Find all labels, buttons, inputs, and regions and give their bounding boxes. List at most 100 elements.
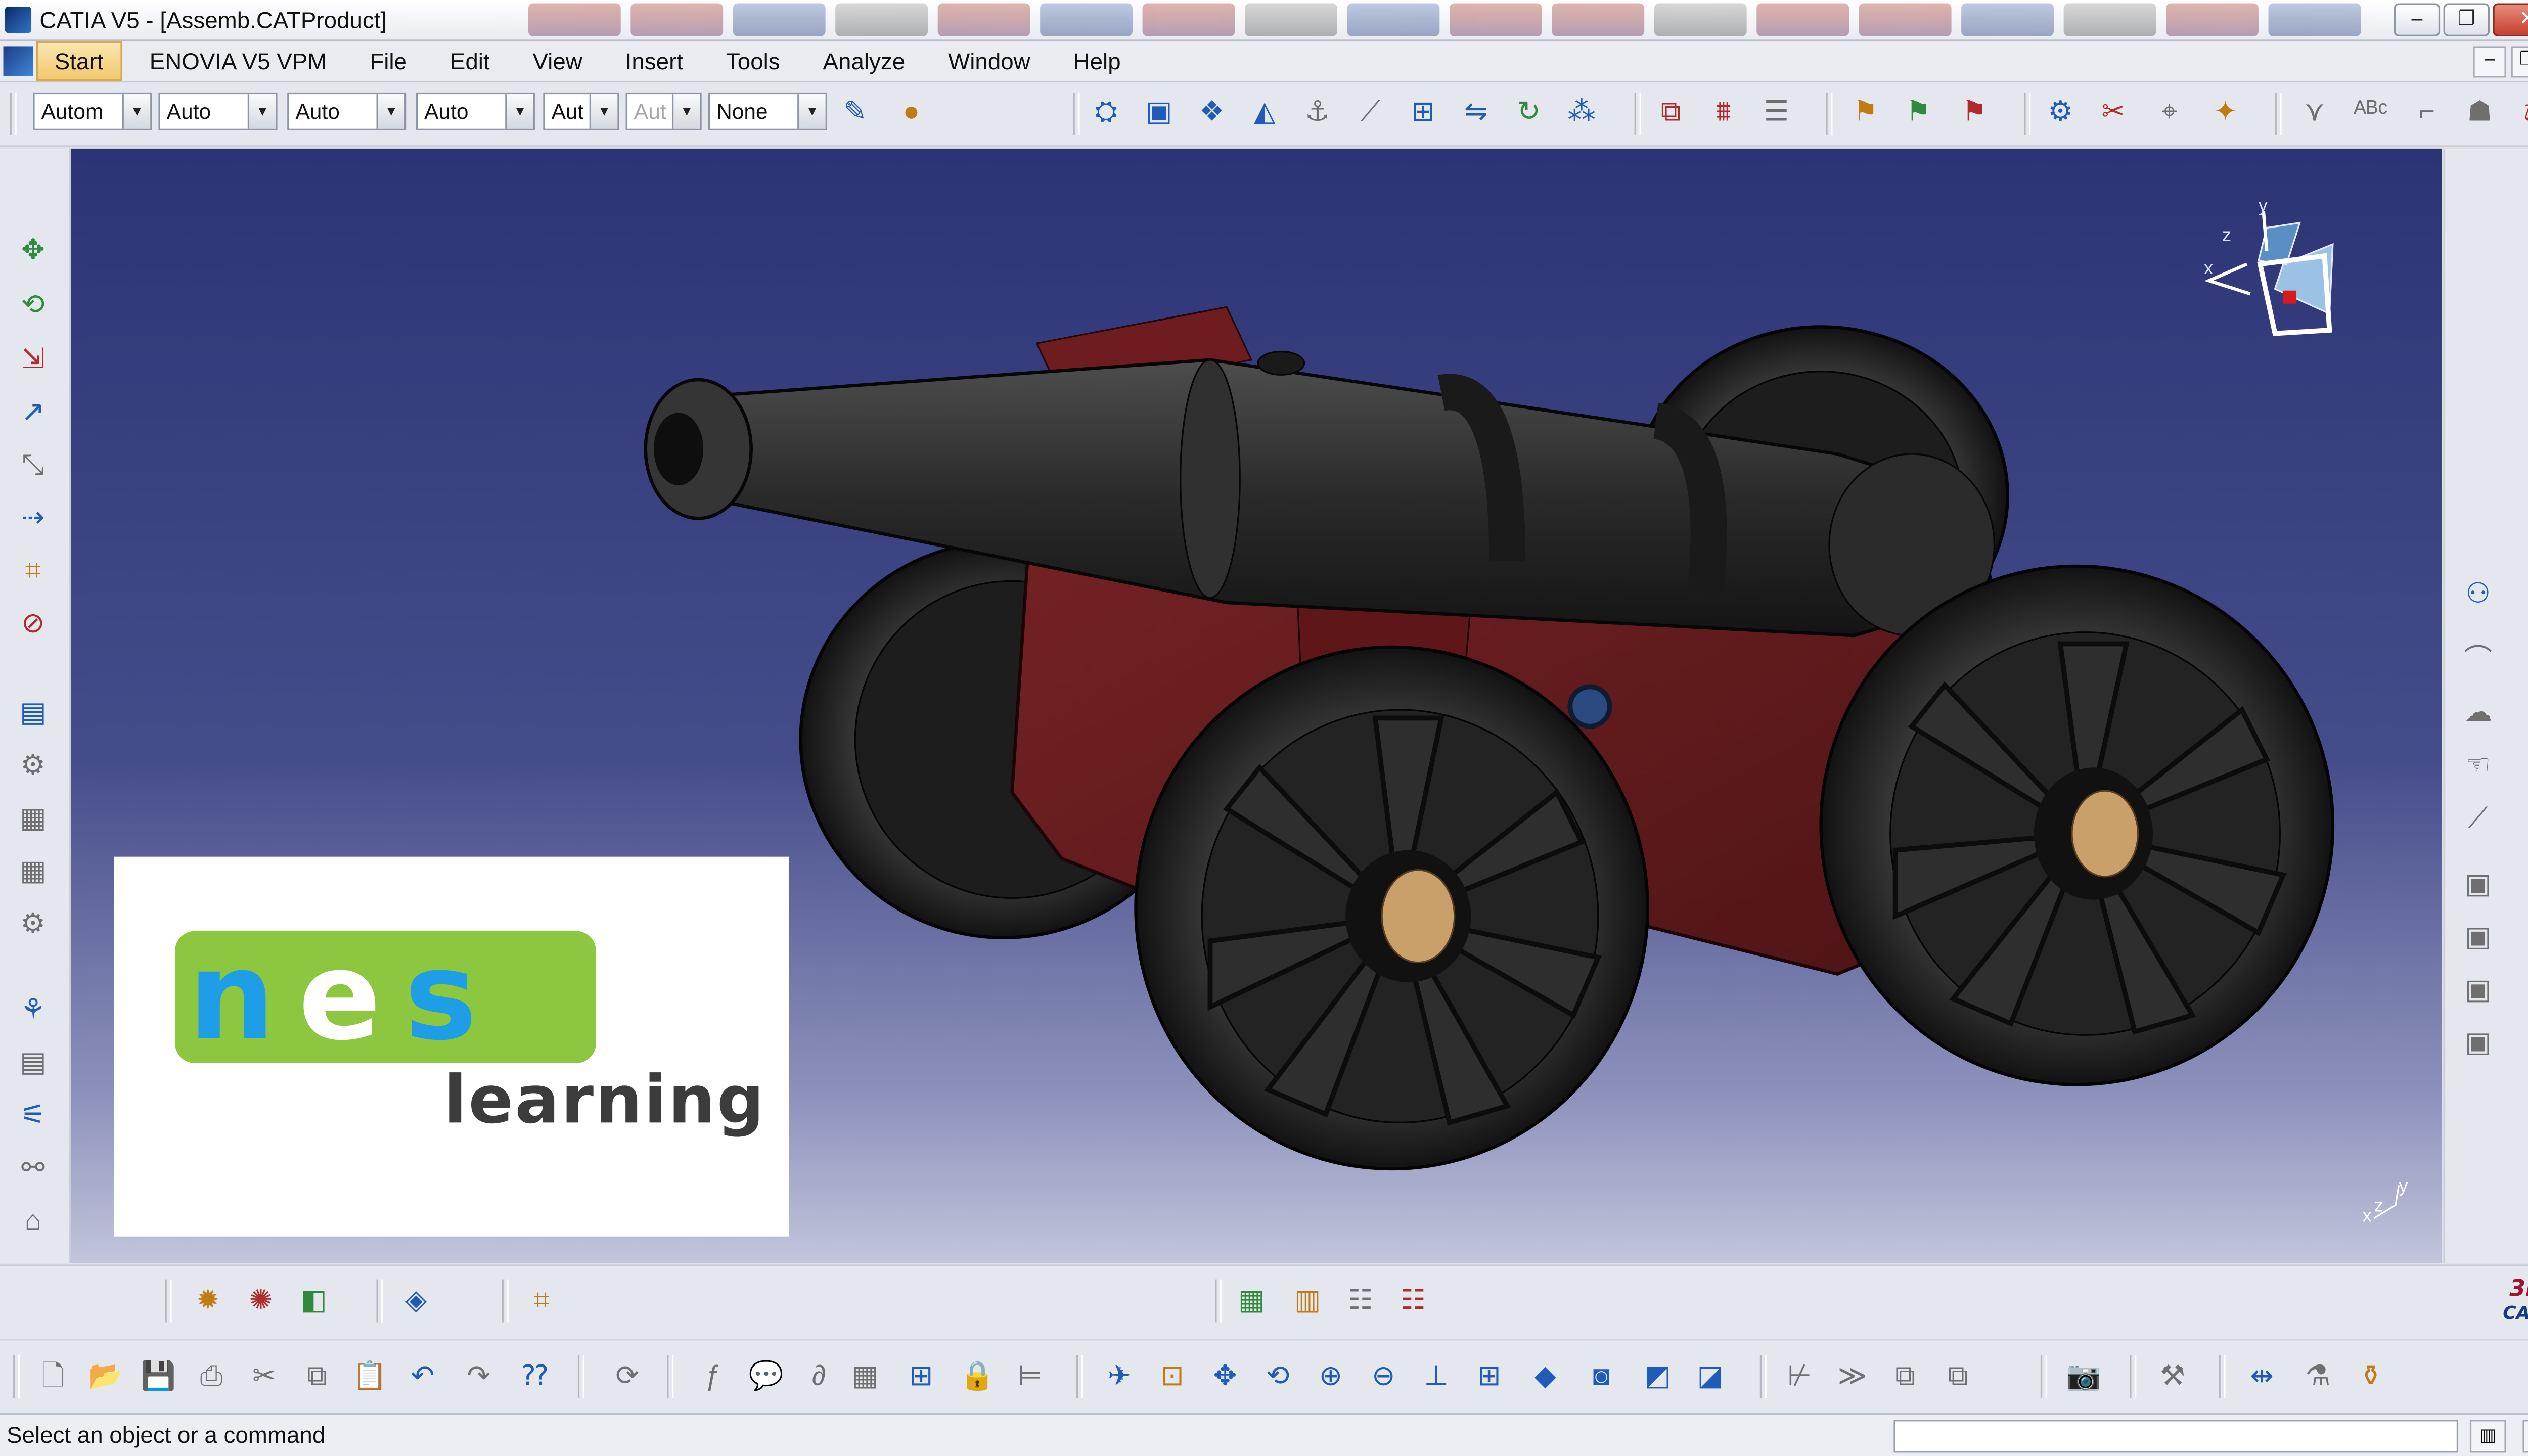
format-painter-icon[interactable]: ✎ — [835, 93, 875, 132]
annotation-icon[interactable]: ⋎ — [2295, 93, 2334, 132]
menu-start[interactable]: Start — [36, 41, 122, 81]
restore-button[interactable]: ❐ — [2443, 3, 2490, 36]
print-icon[interactable]: ⎙ — [192, 1357, 231, 1396]
undo-icon[interactable]: ↶ — [403, 1357, 442, 1396]
curve-icon[interactable]: ⌒ — [2458, 641, 2498, 680]
compass-reset-icon[interactable]: ⚒ — [2153, 1357, 2192, 1396]
knowledge-advisor-icon[interactable]: 💬 — [746, 1357, 786, 1396]
angle-constraint-icon[interactable]: ⇢ — [13, 498, 53, 538]
command-input[interactable] — [1893, 1420, 2459, 1453]
contact-constraint-icon[interactable]: ⚑ — [1955, 93, 1994, 132]
color-combo[interactable]: Autom ▼ — [33, 92, 152, 130]
links-icon[interactable]: ⚯ — [13, 1149, 53, 1189]
existing-component-icon[interactable]: ⛭ — [1087, 93, 1126, 132]
menu-window[interactable]: Window — [927, 41, 1052, 81]
fix-constraint-icon[interactable]: ⚑ — [1846, 93, 1885, 132]
new-file-icon[interactable]: 🗋 — [33, 1357, 72, 1396]
save-management-icon[interactable]: ▥ — [1288, 1281, 1327, 1321]
menu-edit[interactable]: Edit — [428, 41, 511, 81]
transparency-combo[interactable]: Auto ▼ — [158, 92, 278, 130]
close-button[interactable]: ✕ — [2493, 3, 2528, 36]
measure-item-icon[interactable]: ⇹ — [2242, 1357, 2281, 1396]
graph-tree-reordering-icon[interactable]: ⩩ — [1704, 93, 1743, 132]
lighting-icon[interactable]: ✺ — [241, 1281, 281, 1321]
material-library-icon[interactable]: ◧ — [294, 1281, 333, 1321]
menu-help[interactable]: Help — [1052, 41, 1142, 81]
components-icon[interactable]: ⚘ — [13, 990, 53, 1030]
tree-expand-icon[interactable]: ☷ — [1340, 1281, 1380, 1321]
move-compass-icon[interactable]: ✥ — [13, 231, 53, 270]
menu-enovia[interactable]: ENOVIA V5 VPM — [128, 41, 348, 81]
sensor-icon[interactable]: ⚖ — [2516, 93, 2528, 132]
point-type-combo[interactable]: Aut ▼ — [543, 92, 619, 130]
open-folder-icon[interactable]: 📂 — [86, 1357, 125, 1396]
coincidence-constraint-icon[interactable]: ⚑ — [1899, 93, 1938, 132]
line-type-combo[interactable]: Auto ▼ — [416, 92, 535, 130]
clash-icon[interactable]: ⚙ — [2041, 93, 2080, 132]
menu-analyze[interactable]: Analyze — [801, 41, 927, 81]
hide-show-icon[interactable]: ◩ — [1638, 1357, 1677, 1396]
chevron-down-icon[interactable]: ▼ — [376, 94, 404, 129]
text-annotation-icon[interactable]: ᴬᴮᶜ — [2351, 93, 2390, 132]
people-icon[interactable]: ⚇ — [2458, 574, 2498, 614]
catia-menu-logo-icon[interactable] — [3, 46, 33, 76]
smart-move-icon[interactable]: ⇲ — [13, 340, 53, 380]
generate-numbering-icon[interactable]: ☰ — [1756, 93, 1796, 132]
publication-icon[interactable]: ▤ — [13, 1043, 53, 1083]
chevron-down-icon[interactable]: ▼ — [505, 94, 533, 129]
stop-manipulate-icon[interactable]: ⇋ — [1456, 93, 1496, 132]
grid-icon[interactable]: ⌗ — [522, 1281, 561, 1321]
fly-mode-icon[interactable]: ✈ — [1100, 1357, 1139, 1396]
line-weight-combo[interactable]: Auto ▼ — [287, 92, 407, 130]
apply-material-icon[interactable]: ● — [891, 93, 931, 132]
multi-view-icon[interactable]: ⊞ — [1469, 1357, 1509, 1396]
replace-component-icon[interactable]: ⧉ — [1651, 93, 1690, 132]
menu-view[interactable]: View — [511, 41, 604, 81]
new-part-icon[interactable]: ◭ — [1245, 93, 1284, 132]
shading-icon[interactable]: ◙ — [1582, 1357, 1621, 1396]
new-product-icon[interactable]: ▣ — [1139, 93, 1179, 132]
clearance-icon[interactable]: ⊘ — [13, 604, 53, 644]
iso-view-icon[interactable]: ◆ — [1525, 1357, 1565, 1396]
flag-note-icon[interactable]: ⌐ — [2407, 93, 2447, 132]
status-toggle-b-icon[interactable]: ▥ — [2522, 1420, 2528, 1453]
explode-icon[interactable]: ⊞ — [1404, 93, 1443, 132]
chevron-down-icon[interactable]: ▼ — [247, 94, 276, 129]
menu-tools[interactable]: Tools — [704, 41, 801, 81]
layer-combo[interactable]: None ▼ — [708, 92, 827, 130]
design-table-icon[interactable]: ▦ — [845, 1357, 885, 1396]
doc-restore-button[interactable]: ❐ — [2511, 46, 2528, 78]
formula-icon[interactable]: ƒ — [693, 1357, 733, 1396]
save-icon[interactable]: 💾 — [139, 1357, 178, 1396]
capture-icon[interactable]: ⚱ — [2351, 1357, 2390, 1396]
manage-icon[interactable]: ⌂ — [13, 1202, 53, 1241]
sectioning-icon[interactable]: ✂ — [2093, 93, 2133, 132]
minimize-button[interactable]: – — [2394, 3, 2441, 36]
view-annotation-icon[interactable]: ☗ — [2460, 93, 2499, 132]
menu-insert[interactable]: Insert — [604, 41, 704, 81]
lock-icon[interactable]: 🔒 — [958, 1357, 997, 1396]
catalog-icon[interactable]: ⚟ — [13, 1096, 53, 1135]
doc-minimize-button[interactable]: – — [2473, 46, 2506, 78]
assembly-feature-icon[interactable]: ⚙ — [13, 746, 53, 786]
render-style-icon[interactable]: ✹ — [188, 1281, 228, 1321]
product-properties-icon[interactable]: ☷ — [1393, 1281, 1433, 1321]
catia-app-icon[interactable] — [5, 7, 32, 33]
reorder-icon[interactable]: ⁂ — [1562, 93, 1601, 132]
fit-all-icon[interactable]: ⊡ — [1152, 1357, 1192, 1396]
wheel-front-right[interactable] — [1819, 564, 2335, 1086]
view-compass[interactable]: z y x — [2204, 195, 2334, 336]
update-icon[interactable]: ↻ — [1509, 93, 1548, 132]
measure-icon[interactable]: ✦ — [2205, 93, 2245, 132]
pocket-icon[interactable]: ⚙ — [13, 904, 53, 944]
offset-constraint-icon[interactable]: ⤡ — [13, 446, 53, 485]
scene-icon[interactable]: ▤ — [13, 693, 53, 733]
rotate-icon[interactable]: ⟲ — [13, 286, 53, 325]
measure-between-icon[interactable]: ⌗ — [13, 552, 53, 591]
normal-view-icon[interactable]: ⊥ — [1417, 1357, 1456, 1396]
split-icon[interactable]: ▦ — [13, 799, 53, 838]
whats-this-icon[interactable]: ⁇ — [515, 1357, 555, 1396]
pan-icon[interactable]: ✥ — [1205, 1357, 1245, 1396]
chevron-down-icon[interactable]: ▼ — [797, 94, 826, 129]
wheel-front-left[interactable] — [1134, 645, 1650, 1171]
